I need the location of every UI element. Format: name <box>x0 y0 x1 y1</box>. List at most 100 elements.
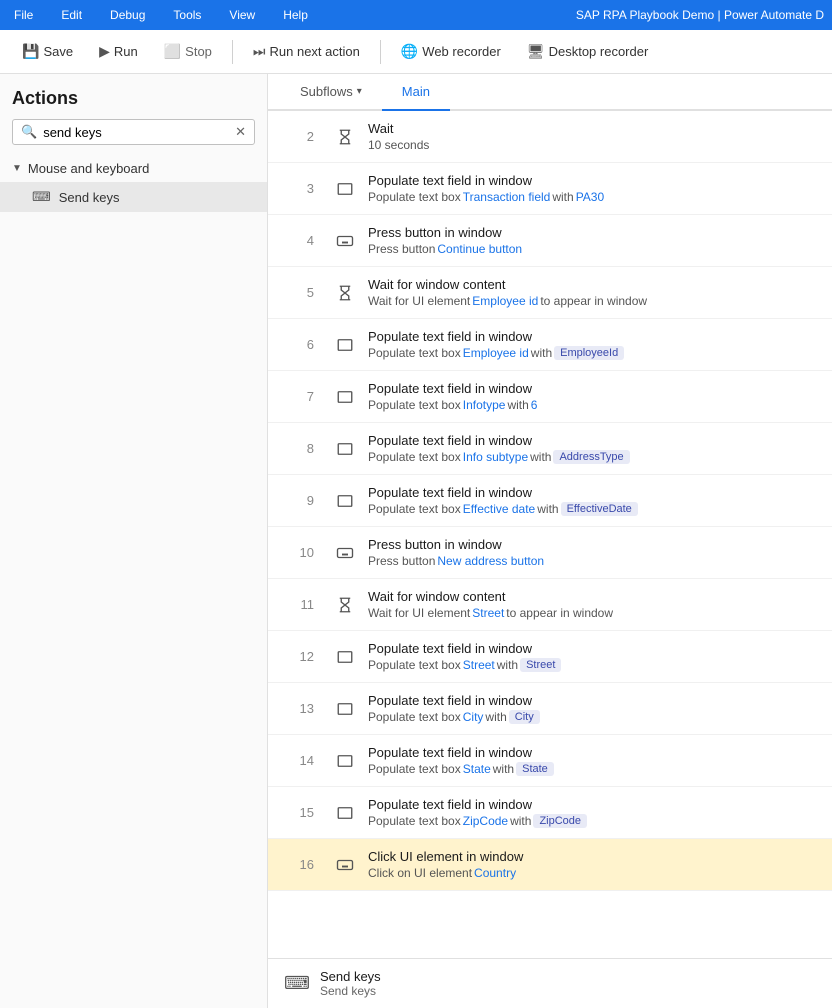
step-desc-part: with <box>485 710 506 724</box>
step-description: Populate text box Infotypewith 6 <box>368 398 822 412</box>
table-row[interactable]: 4Press button in windowPress button Cont… <box>268 215 832 267</box>
step-desc-part: 10 seconds <box>368 138 429 152</box>
menu-edit[interactable]: Edit <box>55 4 88 26</box>
step-description: Wait for UI element Streetto appear in w… <box>368 606 822 620</box>
step-icon <box>328 579 362 630</box>
step-desc-part: Info subtype <box>463 450 528 464</box>
table-row[interactable]: 13Populate text field in windowPopulate … <box>268 683 832 735</box>
table-row[interactable]: 10Press button in windowPress button New… <box>268 527 832 579</box>
step-desc-part: to appear in window <box>506 606 613 620</box>
step-number: 3 <box>268 163 328 214</box>
step-content: Wait for window contentWait for UI eleme… <box>362 267 832 318</box>
step-number: 4 <box>268 215 328 266</box>
step-title: Populate text field in window <box>368 485 822 500</box>
table-row[interactable]: 2 Wait 10 seconds <box>268 111 832 163</box>
step-title: Populate text field in window <box>368 329 822 344</box>
table-row[interactable]: 7Populate text field in windowPopulate t… <box>268 371 832 423</box>
step-description: Populate text box ZipCodewith ZipCode <box>368 814 822 828</box>
step-desc-part: Click on UI element <box>368 866 472 880</box>
tab-subflows[interactable]: Subflows ▾ <box>280 74 382 111</box>
step-content: Populate text field in windowPopulate te… <box>362 735 832 786</box>
step-description: Populate text box Employee idwith Employ… <box>368 346 822 360</box>
table-row[interactable]: 9Populate text field in windowPopulate t… <box>268 475 832 527</box>
status-text: Send keys Send keys <box>320 969 381 998</box>
tab-subflows-label: Subflows <box>300 84 353 99</box>
step-content: Populate text field in window Populate te… <box>362 319 832 370</box>
run-icon: ▶ <box>99 43 110 60</box>
step-content: Populate text field in windowPopulate te… <box>362 423 832 474</box>
step-icon <box>328 839 362 890</box>
step-desc-part: Wait for UI element <box>368 606 470 620</box>
tab-main-label: Main <box>402 84 430 99</box>
step-desc-part: with <box>510 814 531 828</box>
stop-button[interactable]: ⬜ Stop <box>154 38 222 65</box>
run-next-button[interactable]: ⏭ Run next action <box>243 38 370 65</box>
save-button[interactable]: 💾 Save <box>12 38 83 65</box>
sidebar-title: Actions <box>0 74 267 119</box>
table-row[interactable]: 6Populate text field in windowPopulate t… <box>268 319 832 371</box>
category-mouse-keyboard[interactable]: ▼ Mouse and keyboard <box>0 155 267 182</box>
step-description: Press button Continue button <box>368 242 822 256</box>
menu-view[interactable]: View <box>223 4 261 26</box>
tab-main[interactable]: Main <box>382 74 450 111</box>
menu-help[interactable]: Help <box>277 4 314 26</box>
step-desc-part: with <box>493 762 514 776</box>
step-desc-part: with <box>537 502 558 516</box>
step-title: Click UI element in window <box>368 849 822 864</box>
run-button[interactable]: ▶ Run <box>89 38 148 65</box>
step-desc-part: Populate text box <box>368 398 461 412</box>
search-box: 🔍 ✕ <box>12 119 255 145</box>
step-content: Wait 10 seconds <box>362 111 832 162</box>
step-description: Click on UI element Country <box>368 866 822 880</box>
menu-debug[interactable]: Debug <box>104 4 151 26</box>
step-desc-part: EffectiveDate <box>561 502 638 516</box>
app-title: SAP RPA Playbook Demo | Power Automate D <box>576 8 824 22</box>
run-label: Run <box>114 44 138 59</box>
step-icon <box>328 111 362 162</box>
step-desc-part: Continue button <box>437 242 522 256</box>
table-row[interactable]: 8Populate text field in windowPopulate t… <box>268 423 832 475</box>
action-send-keys[interactable]: ⌨ Send keys <box>0 182 267 212</box>
table-row[interactable]: 12Populate text field in windowPopulate … <box>268 631 832 683</box>
step-icon <box>328 735 362 786</box>
step-desc-part: ZipCode <box>533 814 587 828</box>
step-content: Wait for window contentWait for UI eleme… <box>362 579 832 630</box>
step-desc-part: Populate text box <box>368 502 461 516</box>
search-clear-icon[interactable]: ✕ <box>235 124 246 140</box>
menu-tools[interactable]: Tools <box>167 4 207 26</box>
step-title: Populate text field in window <box>368 641 822 656</box>
table-row[interactable]: 15 Populate text field in window Populate … <box>268 787 832 839</box>
search-input[interactable] <box>43 125 235 140</box>
desktop-recorder-button[interactable]: 🖥 Desktop recorder <box>517 38 659 65</box>
step-number: 12 <box>268 631 328 682</box>
step-description: Populate text box Statewith State <box>368 762 822 776</box>
step-number: 10 <box>268 527 328 578</box>
step-title: Press button in window <box>368 537 822 552</box>
steps-container: 2Wait10 seconds 3Populate text field in … <box>268 111 832 1008</box>
separator-1 <box>232 40 233 64</box>
step-title: Wait <box>368 121 822 136</box>
step-title: Populate text field in window <box>368 797 822 812</box>
menu-file[interactable]: File <box>8 4 39 26</box>
step-desc-part: Country <box>474 866 516 880</box>
web-recorder-button[interactable]: 🌐 Web recorder <box>391 38 511 65</box>
step-number: 2 <box>268 111 328 162</box>
step-desc-part: PA30 <box>576 190 604 204</box>
step-number: 5 <box>268 267 328 318</box>
toolbar: 💾 Save ▶ Run ⬜ Stop ⏭ Run next action 🌐 … <box>0 30 832 74</box>
table-row[interactable]: 5 Wait for window contentWait for UI elem… <box>268 267 832 319</box>
step-desc-part: with <box>531 346 552 360</box>
table-row[interactable]: 3Populate text field in windowPopulate t… <box>268 163 832 215</box>
step-number: 15 <box>268 787 328 838</box>
menu-items: File Edit Debug Tools View Help <box>8 4 314 26</box>
step-description: Wait for UI element Employee idto appear… <box>368 294 822 308</box>
step-desc-part: City <box>463 710 484 724</box>
search-icon: 🔍 <box>21 124 37 140</box>
step-description: Populate text box Citywith City <box>368 710 822 724</box>
table-row[interactable]: 16Click UI element in windowClick on UI … <box>268 839 832 891</box>
table-row[interactable]: 14Populate text field in windowPopulate … <box>268 735 832 787</box>
step-desc-part: Populate text box <box>368 762 461 776</box>
step-number: 6 <box>268 319 328 370</box>
table-row[interactable]: 11Wait for window contentWait for UI ele… <box>268 579 832 631</box>
step-title: Populate text field in window <box>368 381 822 396</box>
